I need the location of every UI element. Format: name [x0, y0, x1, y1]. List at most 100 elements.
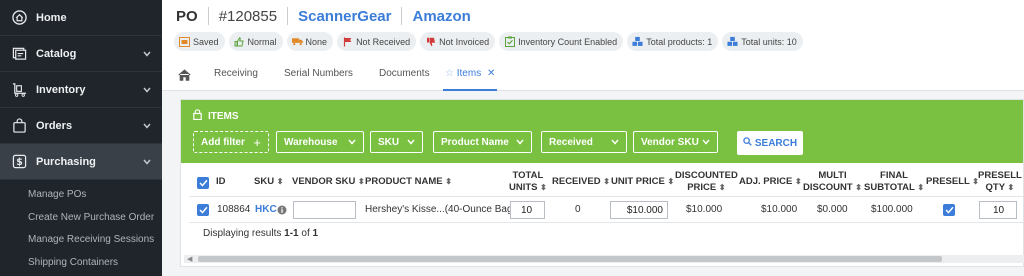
vendor-sku-input[interactable]: [293, 201, 356, 219]
items-title: ITEMS: [193, 109, 239, 123]
badge-label: Not Invoiced: [439, 36, 490, 47]
sidebar-subitem-shipping-containers[interactable]: Shipping Containers: [0, 252, 162, 275]
tab-items[interactable]: ☆ Items ✕: [443, 60, 498, 91]
status-badge-not-received: Not Received: [337, 32, 417, 51]
filter-label: Vendor SKU: [641, 136, 699, 148]
title-divider: [207, 7, 209, 25]
title-divider: [287, 7, 289, 25]
items-title-label: ITEMS: [208, 110, 239, 122]
table-header-divider: [189, 196, 1023, 197]
col-header-vendor-sku[interactable]: VENDOR SKU ⬍: [292, 176, 365, 188]
purchasing-submenu: Manage POs Create New Purchase Order Man…: [0, 180, 162, 274]
col-header-label: PRICE: [687, 182, 717, 193]
scrollbar-thumb[interactable]: [198, 256, 942, 262]
presell-checkbox[interactable]: [943, 204, 955, 216]
col-header-label: SKU: [254, 176, 275, 187]
sidebar-item-label: Inventory: [36, 83, 86, 96]
channel-link[interactable]: Amazon: [412, 8, 470, 25]
col-header-sku[interactable]: SKU ⬍: [254, 176, 283, 188]
status-badge-normal: Normal: [228, 32, 283, 51]
col-header-final-subtotal[interactable]: FINAL SUBTOTAL ⬍: [864, 170, 924, 194]
col-header-presell-qty[interactable]: PRESELL QTY ⬍: [978, 170, 1022, 194]
inventory-icon: [11, 82, 27, 98]
home-icon: [11, 10, 27, 26]
sidebar-item-label: Orders: [36, 119, 73, 132]
sidebar-item-catalog[interactable]: Catalog: [0, 36, 162, 72]
cell-id: 108864: [217, 204, 251, 215]
status-badge-inventory-count: Inventory Count Enabled: [499, 32, 624, 51]
col-header-presell[interactable]: PRESELL ⬍: [926, 176, 979, 188]
col-header-label: SUBTOTAL: [864, 182, 915, 193]
chevron-down-icon: [142, 157, 152, 167]
sidebar-item-home[interactable]: Home: [0, 0, 162, 36]
info-icon[interactable]: [277, 205, 287, 218]
tab-home[interactable]: [178, 60, 191, 91]
select-all-checkbox[interactable]: [197, 177, 209, 189]
sidebar-item-orders[interactable]: Orders: [0, 108, 162, 144]
purchasing-icon: $: [11, 154, 27, 170]
badge-label: None: [305, 36, 328, 47]
page-header: PO #120855 ScannerGear Amazon Saved Norm…: [162, 0, 1024, 60]
col-header-discounted-price[interactable]: DISCOUNTED PRICE ⬍: [675, 170, 738, 194]
sidebar-subitem-receiving-sessions[interactable]: Manage Receiving Sessions: [0, 229, 162, 252]
search-button[interactable]: SEARCH: [737, 131, 803, 155]
add-filter-button[interactable]: Add filter +: [193, 131, 269, 153]
badge-label: Saved: [193, 36, 219, 47]
tab-documents[interactable]: Documents: [379, 60, 430, 91]
sort-icon: ⬍: [357, 177, 365, 186]
filter-received[interactable]: Received: [541, 131, 627, 153]
filter-warehouse[interactable]: Warehouse: [276, 131, 364, 153]
catalog-icon: [11, 46, 27, 62]
col-header-label: RECEIVED: [552, 176, 601, 187]
col-header-received[interactable]: RECEIVED ⬍: [552, 176, 610, 188]
horizontal-scrollbar[interactable]: ◀: [184, 255, 1024, 263]
sidebar-subitem-manage-pos[interactable]: Manage POs: [0, 184, 162, 207]
col-header-label: QTY: [985, 182, 1005, 193]
col-header-multi-discount[interactable]: MULTI DISCOUNT ⬍: [803, 170, 862, 194]
truck-icon: [291, 36, 303, 47]
chevron-down-icon: [407, 139, 415, 145]
items-panel: ITEMS Add filter + Warehouse SKU Product…: [180, 99, 1024, 267]
col-header-adj-price[interactable]: ADJ. PRICE ⬍: [739, 176, 802, 188]
col-header-label: MULTI: [818, 170, 847, 181]
col-header-total-units[interactable]: TOTAL UNITS ⬍: [509, 170, 547, 194]
badge-label: Inventory Count Enabled: [518, 36, 618, 47]
cell-final-subtotal: $100.000: [871, 204, 913, 215]
plus-icon: +: [253, 134, 261, 150]
total-units-input[interactable]: 10: [510, 201, 545, 219]
unit-price-input[interactable]: $10.000: [610, 201, 668, 219]
sidebar-subitem-create-po[interactable]: Create New Purchase Order: [0, 207, 162, 230]
save-icon: [179, 36, 190, 47]
boxes-icon: [632, 36, 643, 47]
cell-sku-link[interactable]: HKC: [255, 204, 277, 215]
tab-receiving[interactable]: Receiving: [214, 60, 258, 91]
col-header-label: TOTAL: [512, 170, 544, 181]
filter-sku[interactable]: SKU: [370, 131, 423, 153]
clipboard-icon: [504, 36, 515, 47]
status-badge-shipping: None: [286, 32, 334, 51]
col-header-label: UNITS: [509, 182, 538, 193]
filter-product-name[interactable]: Product Name: [433, 131, 532, 153]
thumbs-down-icon: [425, 36, 436, 47]
filter-label: Received: [549, 136, 593, 148]
close-icon[interactable]: ✕: [487, 68, 495, 79]
col-header-id[interactable]: ID: [216, 176, 226, 188]
filter-label: Product Name: [441, 136, 509, 148]
col-header-label: DISCOUNT: [803, 182, 853, 193]
sidebar-item-purchasing[interactable]: $ Purchasing: [0, 144, 162, 180]
filter-vendor-sku[interactable]: Vendor SKU: [633, 131, 718, 153]
sort-icon: ⬍: [718, 183, 726, 192]
col-header-unit-price[interactable]: UNIT PRICE ⬍: [611, 176, 674, 188]
filter-label: Warehouse: [284, 136, 338, 148]
status-badge-saved: Saved: [174, 32, 225, 51]
tab-serial-numbers[interactable]: Serial Numbers: [284, 60, 353, 91]
col-header-label: ID: [216, 176, 226, 187]
presell-qty-input[interactable]: 10: [979, 201, 1017, 219]
sidebar-item-inventory[interactable]: Inventory: [0, 72, 162, 108]
table-row-divider: [189, 222, 1023, 223]
scroll-left-icon[interactable]: ◀: [187, 255, 192, 263]
vendor-link[interactable]: ScannerGear: [298, 8, 391, 25]
col-header-label: UNIT PRICE: [611, 176, 665, 187]
col-header-product-name[interactable]: PRODUCT NAME ⬍: [365, 176, 452, 188]
row-checkbox[interactable]: [197, 204, 209, 216]
